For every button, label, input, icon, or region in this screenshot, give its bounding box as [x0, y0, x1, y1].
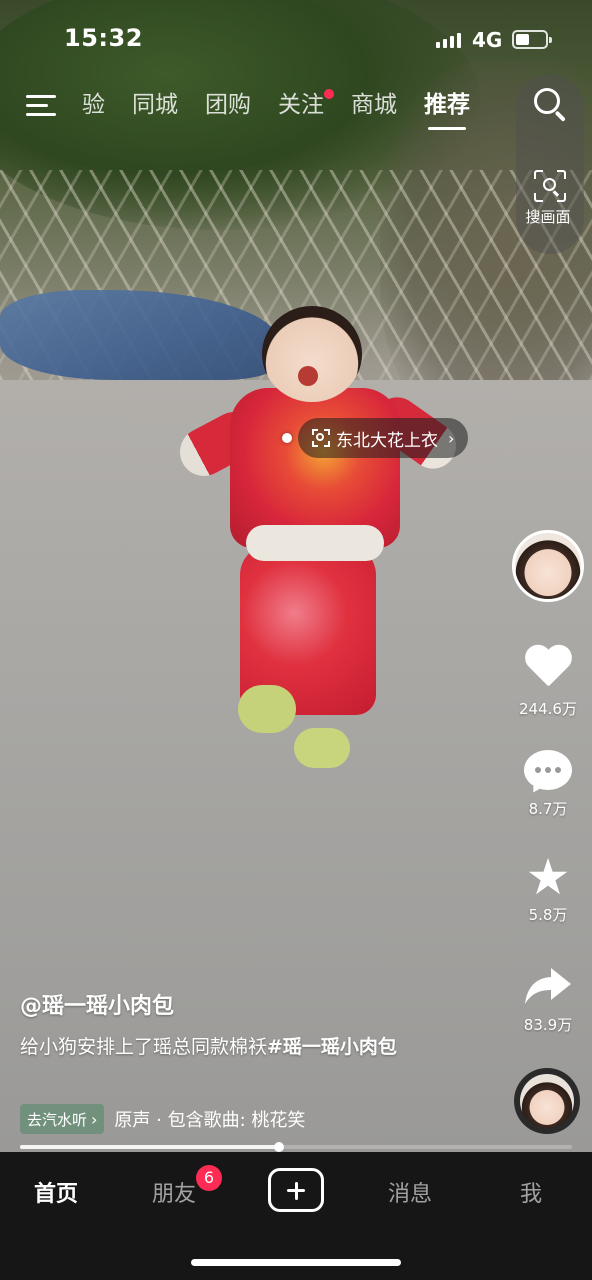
- tab-label: 同城: [132, 92, 178, 118]
- network-type: 4G: [472, 28, 503, 52]
- heart-icon: [523, 646, 573, 692]
- status-time: 15:32: [64, 24, 143, 52]
- search-panel: 搜画面: [516, 74, 584, 254]
- progress-fill: [20, 1145, 280, 1149]
- author-name[interactable]: @瑶一瑶小肉包: [20, 988, 490, 1020]
- tab-label: 关注: [278, 92, 324, 118]
- top-nav: 验 同城 团购 关注 商城 推荐: [0, 82, 592, 132]
- create-button[interactable]: [268, 1168, 324, 1212]
- chevron-right-icon: ›: [448, 428, 455, 448]
- battery-level: [516, 34, 529, 45]
- chevron-right-icon: ›: [91, 1109, 98, 1129]
- favorite-button[interactable]: ★ 5.8万: [510, 848, 586, 925]
- child-mouth: [298, 366, 318, 386]
- image-search-icon: [534, 170, 566, 202]
- friends-badge: 6: [196, 1165, 222, 1191]
- author-avatar[interactable]: [512, 530, 584, 602]
- child-left-shoe: [238, 685, 296, 733]
- caption: @瑶一瑶小肉包 给小狗安排上了瑶总同款棉袄#瑶一瑶小肉包: [20, 988, 490, 1061]
- image-search-label: 搜画面: [525, 208, 571, 226]
- scan-icon: [312, 429, 330, 447]
- signal-icon: [436, 32, 461, 48]
- tab-group-buy[interactable]: 团购: [205, 88, 251, 122]
- description-text: 给小狗安排上了瑶总同款棉袄: [20, 1036, 268, 1058]
- child-jacket: [230, 388, 400, 548]
- nav-messages[interactable]: 消息: [388, 1176, 432, 1208]
- video-frame[interactable]: [0, 0, 592, 1152]
- product-tag-pill[interactable]: 东北大花上衣 ›: [298, 418, 469, 458]
- child-figure: [170, 300, 470, 780]
- product-tag-anchor: [282, 433, 292, 443]
- music-disc[interactable]: [514, 1068, 580, 1134]
- product-tag[interactable]: 东北大花上衣 ›: [282, 418, 469, 458]
- qishui-button[interactable]: 去汽水听 ›: [20, 1104, 105, 1134]
- music-row: 去汽水听 › 原声 · 包含歌曲: 桃花笑: [20, 1103, 350, 1135]
- nav-me[interactable]: 我: [520, 1176, 542, 1208]
- child-right-shoe: [294, 728, 350, 768]
- hashtag-link[interactable]: #瑶一瑶小肉包: [267, 1036, 397, 1058]
- share-count: 83.9万: [523, 1016, 573, 1034]
- music-title[interactable]: 原声 · 包含歌曲: 桃花笑: [114, 1106, 350, 1132]
- favorite-count: 5.8万: [528, 906, 568, 924]
- star-icon: ★: [525, 848, 571, 906]
- battery-tip: [549, 37, 552, 43]
- search-icon[interactable]: [532, 86, 570, 124]
- child-jacket-hem: [246, 525, 384, 561]
- like-button[interactable]: 244.6万: [510, 646, 586, 719]
- tab-label: 团购: [205, 92, 251, 118]
- video-description: 给小狗安排上了瑶总同款棉袄#瑶一瑶小肉包: [20, 1033, 460, 1061]
- share-icon: [523, 966, 573, 1006]
- tab-mall[interactable]: 商城: [351, 88, 397, 122]
- tab-experience[interactable]: 验: [82, 88, 105, 122]
- status-bar: 15:32 4G: [0, 0, 592, 78]
- like-count: 244.6万: [519, 700, 577, 718]
- tab-label: 商城: [351, 92, 397, 118]
- nav-friends[interactable]: 朋友: [152, 1176, 196, 1208]
- image-search-button[interactable]: 搜画面: [520, 170, 580, 227]
- home-indicator: [191, 1259, 401, 1266]
- share-button[interactable]: 83.9万: [510, 966, 586, 1035]
- notification-dot: [324, 89, 334, 99]
- music-disc-cover: [520, 1074, 574, 1128]
- tab-following[interactable]: 关注: [278, 88, 334, 122]
- menu-icon[interactable]: [26, 92, 58, 118]
- battery-icon: [512, 30, 552, 49]
- product-tag-text: 东北大花上衣: [336, 430, 438, 451]
- video-progress-bar[interactable]: [20, 1142, 572, 1152]
- nav-home[interactable]: 首页: [34, 1176, 78, 1208]
- tab-label: 验: [82, 92, 105, 118]
- comment-count: 8.7万: [528, 800, 568, 818]
- feed-tabs: 验 同城 团购 关注 商城 推荐: [82, 88, 497, 130]
- tab-recommended[interactable]: 推荐: [424, 88, 470, 130]
- comment-button[interactable]: 8.7万: [510, 750, 586, 819]
- tab-local[interactable]: 同城: [132, 88, 178, 122]
- child-head: [262, 306, 362, 402]
- tab-label: 推荐: [424, 92, 470, 118]
- comment-icon: [524, 750, 572, 797]
- qishui-label: 去汽水听: [27, 1110, 88, 1129]
